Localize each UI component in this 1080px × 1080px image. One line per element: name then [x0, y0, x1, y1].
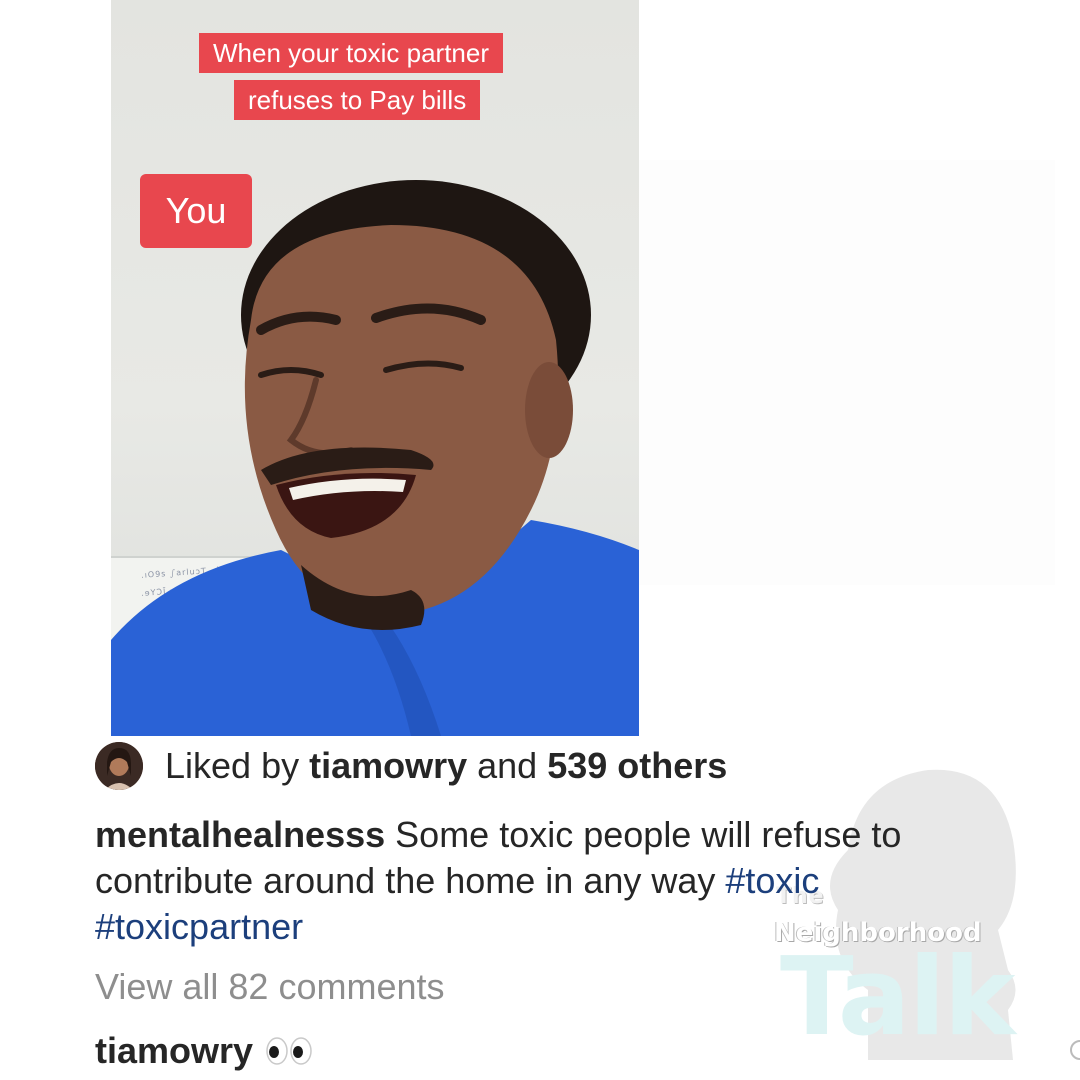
liked-by-row: Liked by tiamowry and 539 others — [95, 742, 727, 790]
liked-prefix: Liked by — [165, 745, 310, 786]
liker-avatar[interactable] — [95, 742, 143, 790]
view-all-comments-link[interactable]: View all 82 comments — [95, 966, 445, 1008]
side-blank-panel — [639, 160, 1055, 585]
scroll-indicator-icon — [1070, 1040, 1080, 1060]
video-caption-line1: When your toxic partner — [199, 33, 504, 73]
comment-username[interactable]: tiamowry — [95, 1030, 253, 1072]
video-frame[interactable]: .ıO9s ഽarluɔT .dlıu .ɘYϽȊ ploɘl ɘɒ When … — [111, 0, 639, 736]
hashtag-toxicpartner[interactable]: #toxicpartner — [95, 906, 303, 947]
liked-user-link[interactable]: tiamowry — [309, 745, 467, 786]
person-image — [111, 180, 639, 736]
post-caption: mentalhealnesss Some toxic people will r… — [95, 812, 1025, 950]
liked-count-link[interactable]: 539 others — [547, 745, 727, 786]
liked-middle: and — [467, 745, 548, 786]
watermark-talk: Talk — [780, 935, 1015, 1060]
eyes-emoji-icon — [265, 1037, 313, 1065]
video-label-you: You — [140, 174, 252, 248]
caption-username[interactable]: mentalhealnesss — [95, 814, 385, 855]
hashtag-toxic[interactable]: #toxic — [725, 860, 819, 901]
liked-by-text: Liked by tiamowry and 539 others — [165, 745, 727, 787]
video-caption-line2: refuses to Pay bills — [234, 80, 481, 120]
comment-row: tiamowry — [95, 1030, 313, 1072]
